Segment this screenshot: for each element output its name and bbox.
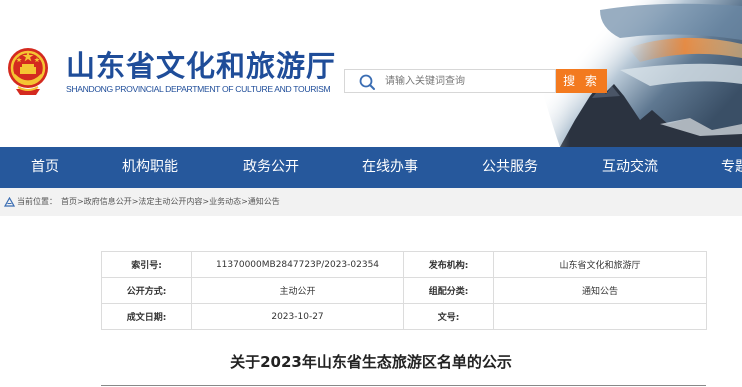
issuing-agency-value: 山东省文化和旅游厅 xyxy=(493,251,707,278)
site-header: 山东省文化和旅游厅 SHANDONG PROVINCIAL DEPARTMENT… xyxy=(0,0,742,147)
table-row: 索引号: 11370000MB2847723P/2023-02354 发布机构:… xyxy=(101,251,707,278)
search-input[interactable] xyxy=(385,74,550,89)
search-icon[interactable] xyxy=(358,73,376,91)
written-date-value: 2023-10-27 xyxy=(191,303,404,330)
breadcrumb: 当前位置： 首页>政府信息公开>法定主动公开内容>业务动态>通知公告 xyxy=(0,188,742,216)
disclosure-method-value: 主动公开 xyxy=(191,277,404,304)
title-divider xyxy=(101,385,706,386)
nav-item-interaction[interactable]: 互动交流 xyxy=(602,147,658,188)
table-row: 成文日期: 2023-10-27 文号: xyxy=(101,303,707,330)
site-subtitle: SHANDONG PROVINCIAL DEPARTMENT OF CULTUR… xyxy=(66,84,331,94)
category-label: 组配分类: xyxy=(403,277,494,304)
nav-item-online-services[interactable]: 在线办事 xyxy=(362,147,418,188)
nav-item-topics[interactable]: 专题 xyxy=(721,147,742,188)
nav-item-open-government[interactable]: 政务公开 xyxy=(243,147,299,188)
document-number-label: 文号: xyxy=(403,303,494,330)
table-row: 公开方式: 主动公开 组配分类: 通知公告 xyxy=(101,277,707,304)
category-value: 通知公告 xyxy=(493,277,707,304)
search-button[interactable]: 搜 索 xyxy=(556,69,607,93)
document-meta-table: 索引号: 11370000MB2847723P/2023-02354 发布机构:… xyxy=(101,251,707,330)
document-number-value xyxy=(493,303,707,330)
location-icon xyxy=(4,197,15,207)
index-number-value: 11370000MB2847723P/2023-02354 xyxy=(191,251,404,278)
nav-item-home[interactable]: 首页 xyxy=(31,147,59,188)
search-box xyxy=(344,69,556,93)
national-emblem-icon xyxy=(8,48,48,95)
article-title: 关于2023年山东省生态旅游区名单的公示 xyxy=(230,353,512,371)
site-title[interactable]: 山东省文化和旅游厅 xyxy=(66,43,336,85)
breadcrumb-path[interactable]: 首页>政府信息公开>法定主动公开内容>业务动态>通知公告 xyxy=(61,188,280,216)
issuing-agency-label: 发布机构: xyxy=(403,251,494,278)
nav-item-functions[interactable]: 机构职能 xyxy=(122,147,178,188)
nav-item-public-services[interactable]: 公共服务 xyxy=(482,147,538,188)
index-number-label: 索引号: xyxy=(101,251,192,278)
breadcrumb-prefix: 当前位置： xyxy=(17,197,57,206)
disclosure-method-label: 公开方式: xyxy=(101,277,192,304)
written-date-label: 成文日期: xyxy=(101,303,192,330)
main-nav: 首页 机构职能 政务公开 在线办事 公共服务 互动交流 专题 xyxy=(0,147,742,188)
